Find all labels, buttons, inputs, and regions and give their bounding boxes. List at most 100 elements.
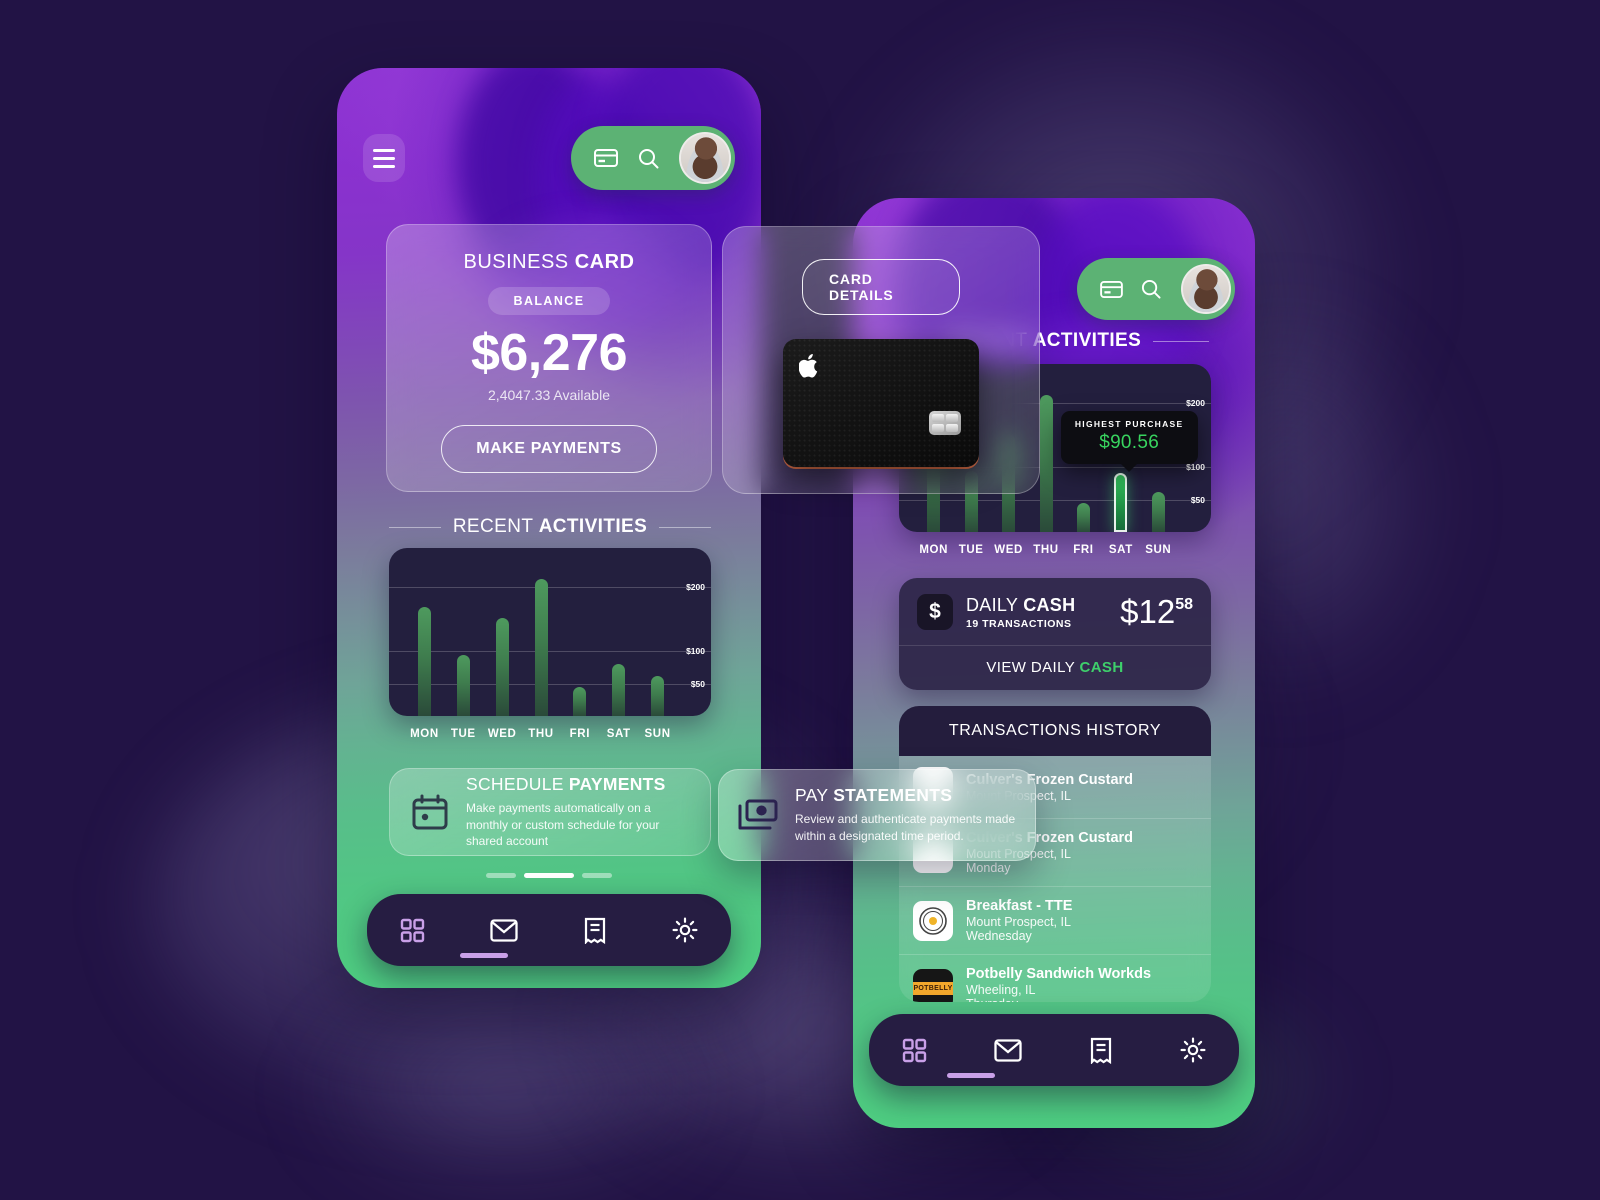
tooltip-value: $90.56 [1099, 432, 1160, 454]
chart-y-tick-label: $100 [686, 646, 705, 657]
daily-cash-title: DAILY CASH [966, 594, 1076, 615]
balance-chip: BALANCE [487, 287, 611, 315]
chart-day-label: THU [528, 728, 554, 740]
calendar-icon [410, 792, 450, 832]
credit-card-icon[interactable] [1095, 273, 1127, 305]
card-details-button[interactable]: CARD DETAILS [802, 259, 960, 315]
apple-logo-icon [798, 353, 821, 384]
balance-amount: $6,276 [470, 324, 628, 382]
make-payments-button[interactable]: MAKE PAYMENTS [441, 425, 657, 473]
gear-icon[interactable] [672, 917, 698, 943]
transaction-row[interactable]: Breakfast - TTE Mount Prospect, IL Wednesd… [899, 887, 1211, 955]
chart-day-label: SAT [1108, 544, 1133, 556]
chart-bar[interactable] [495, 617, 509, 716]
money-bill-icon [737, 798, 779, 832]
chart-day-label: MON [410, 728, 439, 740]
daily-cash-amount: $12 58 [1120, 593, 1193, 630]
nav-active-indicator [947, 1073, 995, 1078]
available-amount: 2,4047.33 Available [488, 387, 610, 403]
credit-card-icon[interactable] [589, 141, 623, 175]
chart-day-label: MON [919, 544, 949, 556]
tooltip-arrow [1120, 463, 1139, 473]
transaction-location: Mount Prospect, IL [966, 915, 1071, 929]
transaction-name: Breakfast - TTE [966, 898, 1073, 914]
transaction-day: Wednesday [966, 929, 1032, 943]
schedule-payments-card[interactable]: SCHEDULE PAYMENTS Make payments automati… [389, 768, 711, 856]
carousel-indicators[interactable] [486, 873, 612, 878]
breakfast-tte-icon [913, 900, 953, 941]
grid-icon[interactable] [902, 1038, 927, 1063]
potbelly-icon: POTBELLY [913, 968, 953, 1002]
header-action-pill-left [571, 126, 735, 190]
chart-bar[interactable] [1151, 491, 1165, 532]
chart-day-label: SAT [606, 728, 631, 740]
schedule-payments-title: SCHEDULE PAYMENTS [466, 774, 666, 795]
transaction-day: Monday [966, 861, 1011, 875]
chart-y-tick-label: $200 [1186, 397, 1205, 408]
card-details-overlay: CARD DETAILS [722, 226, 1040, 494]
chart-day-label: THU [1033, 544, 1059, 556]
chart-day-label: SUN [644, 728, 671, 740]
header-action-pill-right [1077, 258, 1235, 320]
search-icon[interactable] [631, 141, 665, 175]
transaction-name: Potbelly Sandwich Workds [966, 966, 1152, 982]
pay-statements-desc: Review and authenticate payments made wi… [795, 812, 1016, 843]
chart-gridline [389, 651, 711, 653]
phone-screen-left: BUSINESS CARD BALANCE $6,276 2,4047.33 A… [337, 68, 761, 988]
chart-y-tick-label: $50 [690, 678, 705, 689]
chart-day-label: FRI [569, 728, 591, 740]
bottom-nav-left [367, 894, 731, 966]
hamburger-icon[interactable] [363, 134, 405, 182]
recent-activities-chart-left: $200 $100 $50 [389, 548, 711, 716]
chart-bar[interactable] [456, 654, 470, 716]
chart-day-label: SUN [1145, 544, 1172, 556]
chart-day-label: WED [487, 728, 517, 740]
transaction-location: Wheeling, IL [966, 983, 1036, 997]
pay-statements-title: PAY STATEMENTS [795, 785, 953, 806]
transaction-day: Thursday [966, 997, 1151, 1002]
daily-cash-transactions: 19 TRANSACTIONS [966, 617, 1072, 630]
schedule-payments-desc: Make payments automatically on a monthly… [466, 801, 660, 849]
view-daily-cash-link[interactable]: VIEW DAILY CASH [899, 645, 1211, 690]
chart-day-label: TUE [450, 728, 476, 740]
avatar[interactable] [679, 132, 731, 184]
chart-bar[interactable] [573, 686, 587, 716]
apple-card-visual[interactable] [783, 339, 979, 467]
header-left [337, 126, 761, 190]
chart-bar[interactable] [417, 607, 431, 716]
receipt-icon[interactable] [583, 917, 607, 944]
highest-purchase-tooltip: HIGHEST PURCHASE $90.56 [1060, 411, 1198, 473]
business-card-title: BUSINESS CARD [463, 251, 635, 273]
business-card-panel: BUSINESS CARD BALANCE $6,276 2,4047.33 A… [386, 224, 712, 492]
dollar-sign-icon: $ [917, 594, 953, 630]
chart-bar[interactable] [1039, 395, 1053, 532]
chart-bar[interactable] [612, 664, 626, 716]
transactions-history-header: TRANSACTIONS HISTORY [899, 706, 1211, 756]
chart-y-tick-label: $50 [1190, 494, 1205, 505]
mail-icon[interactable] [490, 918, 518, 942]
mail-icon[interactable] [994, 1038, 1022, 1062]
pay-statements-card[interactable]: PAY STATEMENTS Review and authenticate p… [718, 769, 1036, 861]
nav-active-indicator [460, 953, 508, 958]
chart-gridline [389, 586, 711, 588]
receipt-icon[interactable] [1089, 1037, 1113, 1064]
recent-activities-heading-left: RECENT ACTIVITIES [389, 516, 712, 538]
chart-bar[interactable] [651, 675, 665, 716]
gear-icon[interactable] [1180, 1037, 1206, 1063]
chart-bar[interactable] [1076, 502, 1090, 532]
emv-chip-icon [929, 411, 961, 435]
chart-y-tick-label: $200 [686, 581, 705, 592]
chart-bar[interactable] [534, 579, 548, 716]
search-icon[interactable] [1135, 273, 1167, 305]
chart-day-label: WED [994, 544, 1023, 556]
transaction-row[interactable]: POTBELLY Potbelly Sandwich Workds Wheeling… [899, 955, 1211, 1002]
tooltip-label: HIGHEST PURCHASE [1074, 419, 1184, 430]
daily-cash-panel: $ DAILY CASH 19 TRANSACTIONS $12 58 VIEW … [899, 578, 1211, 690]
chart-bar[interactable] [1114, 473, 1128, 532]
bottom-nav-right [869, 1014, 1239, 1086]
background-blobs [0, 0, 1600, 1200]
chart-day-label: FRI [1073, 544, 1094, 556]
avatar[interactable] [1181, 264, 1231, 314]
chart-day-label: TUE [958, 544, 984, 556]
grid-icon[interactable] [400, 918, 425, 943]
